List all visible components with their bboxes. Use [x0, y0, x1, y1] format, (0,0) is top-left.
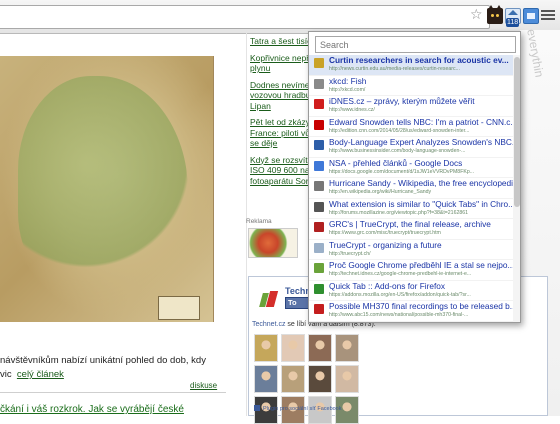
- news-link[interactable]: France: piloti vůbec: [250, 128, 310, 139]
- next-article-headline[interactable]: čkání i váš rozkrok. Jak se vyrábějí čes…: [0, 404, 184, 415]
- tab-url: http://news.curtin.edu.au/media-releases…: [329, 66, 460, 72]
- facebook-fan-avatar[interactable]: [308, 334, 332, 362]
- tab-title: Quick Tab :: Add-ons for Firefox: [329, 280, 446, 291]
- tab-list-item[interactable]: Body-Language Expert Analyzes Snowden's …: [309, 137, 520, 158]
- businessinsider-icon: [314, 140, 324, 150]
- tab-list-item[interactable]: Edward Snowden tells NBC: I'm a patriot …: [309, 116, 520, 137]
- tab-list-item[interactable]: Researchers release data about unusual u…: [309, 322, 520, 323]
- screen-capture-extension-icon[interactable]: [523, 8, 539, 24]
- bookmark-star-icon[interactable]: ☆: [470, 7, 484, 21]
- tab-url: https://docs.google.com/document/d/1sJW1…: [329, 168, 475, 175]
- page-icon: [314, 242, 324, 253]
- historical-map-image[interactable]: [0, 56, 214, 322]
- tab-title: xkcd: Fish: [329, 75, 367, 86]
- tab-url: http://en.wikipedia.org/wiki/Hurricane_S…: [329, 189, 432, 195]
- tab-title: Possible MH370 final recordings to be re…: [329, 301, 517, 311]
- quick-tabs-popup: Curtin researchers in search for acousti…: [308, 31, 521, 323]
- tab-title: Edward Snowden tells NBC: I'm a patriot …: [329, 116, 518, 127]
- tab-list-item[interactable]: GRC's | TrueCrypt, the final release, ar…: [309, 219, 520, 240]
- tab-list-item[interactable]: xkcd: Fish http://xkcd.com/: [309, 75, 520, 96]
- facebook-fan-avatar[interactable]: [335, 365, 359, 393]
- facebook-fan-avatar[interactable]: [335, 334, 359, 362]
- news-link[interactable]: fotoaparátu Sony: [250, 176, 310, 187]
- tab-title: NSA - přehled článků - Google Docs: [329, 157, 463, 168]
- news-link[interactable]: se děje: [250, 138, 310, 149]
- xkcd-icon: [314, 78, 324, 89]
- full-article-link[interactable]: celý článek: [17, 369, 64, 380]
- tab-list-item[interactable]: Hurricane Sandy - Wikipedia, the free en…: [309, 178, 520, 199]
- idnes-icon: [314, 99, 324, 109]
- tab-url: http://truecrypt.ch/: [329, 250, 371, 257]
- discussion-link[interactable]: diskuse: [190, 381, 217, 390]
- facebook-plugin-label[interactable]: Plugin pro sociální síť Facebook: [254, 405, 342, 412]
- divider: [0, 392, 226, 393]
- facebook-page-link[interactable]: Technet.cz: [252, 321, 285, 328]
- mozillazine-icon: [314, 201, 324, 212]
- article-text-line: vic: [0, 369, 12, 380]
- tab-count-badge: 118: [506, 18, 520, 27]
- popup-scrollbar[interactable]: [513, 55, 520, 322]
- grc-icon: [314, 222, 324, 232]
- address-bar[interactable]: [0, 5, 490, 29]
- article-text-line: návštěvníkům nabízí unikátní pohled do d…: [0, 355, 206, 366]
- technet-icon: [314, 263, 324, 273]
- article-perex: návštěvníkům nabízí unikátní pohled do d…: [0, 354, 226, 382]
- facebook-fan-avatar[interactable]: [254, 334, 278, 362]
- tab-url: http://www.idnes.cz/: [329, 107, 375, 113]
- tab-url: http://www.abc15.com/news/national/possi…: [329, 312, 469, 318]
- cat-extension-icon[interactable]: [487, 5, 503, 24]
- tab-title: GRC's | TrueCrypt, the final release, ar…: [329, 219, 491, 229]
- news-list: Tatra a šest tisíc Kopřivnice nepřišla o…: [250, 36, 310, 192]
- cnn-icon: [314, 119, 324, 130]
- tab-title: TrueCrypt - organizing a future: [329, 239, 442, 250]
- tab-list-item[interactable]: iDNES.cz – zprávy, kterým můžete věřit ht…: [309, 96, 520, 117]
- tab-list-item[interactable]: Curtin researchers in search for acousti…: [309, 55, 520, 76]
- tab-title: Body-Language Expert Analyzes Snowden's …: [329, 137, 519, 147]
- tab-list-item[interactable]: Proč Google Chrome předběhl IE a stal se…: [309, 260, 520, 281]
- tab-url: https://www.grc.com/misc/truecrypt/truec…: [329, 230, 441, 236]
- news-link[interactable]: Tatra a šest tisíc: [250, 36, 310, 47]
- news-link[interactable]: Když se rozsvítí: [250, 155, 310, 166]
- news-link[interactable]: Lipan: [250, 101, 310, 112]
- browser-toolbar: ☆ 118: [0, 0, 560, 34]
- tab-list-item[interactable]: Possible MH370 final recordings to be re…: [309, 301, 520, 322]
- news-link[interactable]: plynu: [250, 63, 310, 74]
- tab-url: http://technet.idnes.cz/google-chrome-pr…: [329, 271, 472, 277]
- tab-url: http://xkcd.com/: [329, 86, 366, 93]
- ad-food-image[interactable]: [248, 228, 298, 258]
- tab-title: Researchers release data about unusual u…: [329, 322, 520, 323]
- news-link[interactable]: ISO 409 600 na: [250, 165, 310, 176]
- facebook-fan-avatar[interactable]: [308, 365, 332, 393]
- news-link[interactable]: vozovou hradbu: [250, 90, 310, 101]
- tab-list-item[interactable]: Quick Tab :: Add-ons for Firefox https://…: [309, 280, 520, 301]
- technet-logo-icon[interactable]: [258, 289, 278, 309]
- news-link[interactable]: Dodnes nevíme: [250, 80, 310, 91]
- browser-menu-icon[interactable]: [541, 8, 555, 22]
- tab-title: Curtin researchers in search for acousti…: [329, 55, 509, 65]
- tab-url: http://forums.mozillazine.org/viewtopic.…: [329, 209, 468, 216]
- news-link[interactable]: Kopřivnice nepřišla o: [250, 53, 310, 64]
- google-docs-icon: [314, 160, 324, 171]
- tab-list: Curtin researchers in search for acousti…: [309, 55, 520, 323]
- abc15-icon: [314, 304, 324, 314]
- ad-label: Reklama: [246, 218, 272, 225]
- tab-title: iDNES.cz – zprávy, kterým můžete věřit: [329, 96, 475, 106]
- tab-title: Hurricane Sandy - Wikipedia, the free en…: [329, 178, 518, 188]
- tab-url: http://edition.cnn.com/2014/05/28/us/edw…: [329, 127, 470, 134]
- facebook-fan-avatar[interactable]: [254, 365, 278, 393]
- search-input[interactable]: [315, 36, 516, 53]
- tab-url: https://addons.mozilla.org/en-US/firefox…: [329, 291, 471, 298]
- wikipedia-icon: [314, 181, 324, 191]
- firefox-addons-icon: [314, 283, 324, 294]
- facebook-fan-avatar[interactable]: [281, 334, 305, 362]
- tab-title: Proč Google Chrome předběhl IE a stal se…: [329, 260, 515, 270]
- facebook-fan-avatar[interactable]: [281, 365, 305, 393]
- tab-list-item[interactable]: What extension is similar to "Quick Tabs…: [309, 198, 520, 219]
- tab-url: http://www.businessinsider.com/body-lang…: [329, 148, 466, 154]
- tab-list-item[interactable]: NSA - přehled článků - Google Docs https:…: [309, 157, 520, 178]
- curtin-icon: [314, 58, 324, 68]
- news-link[interactable]: Pět let od zkázy: [250, 117, 310, 128]
- tab-list-item[interactable]: TrueCrypt - organizing a future http://tr…: [309, 239, 520, 260]
- tab-title: What extension is similar to "Quick Tabs…: [329, 198, 516, 209]
